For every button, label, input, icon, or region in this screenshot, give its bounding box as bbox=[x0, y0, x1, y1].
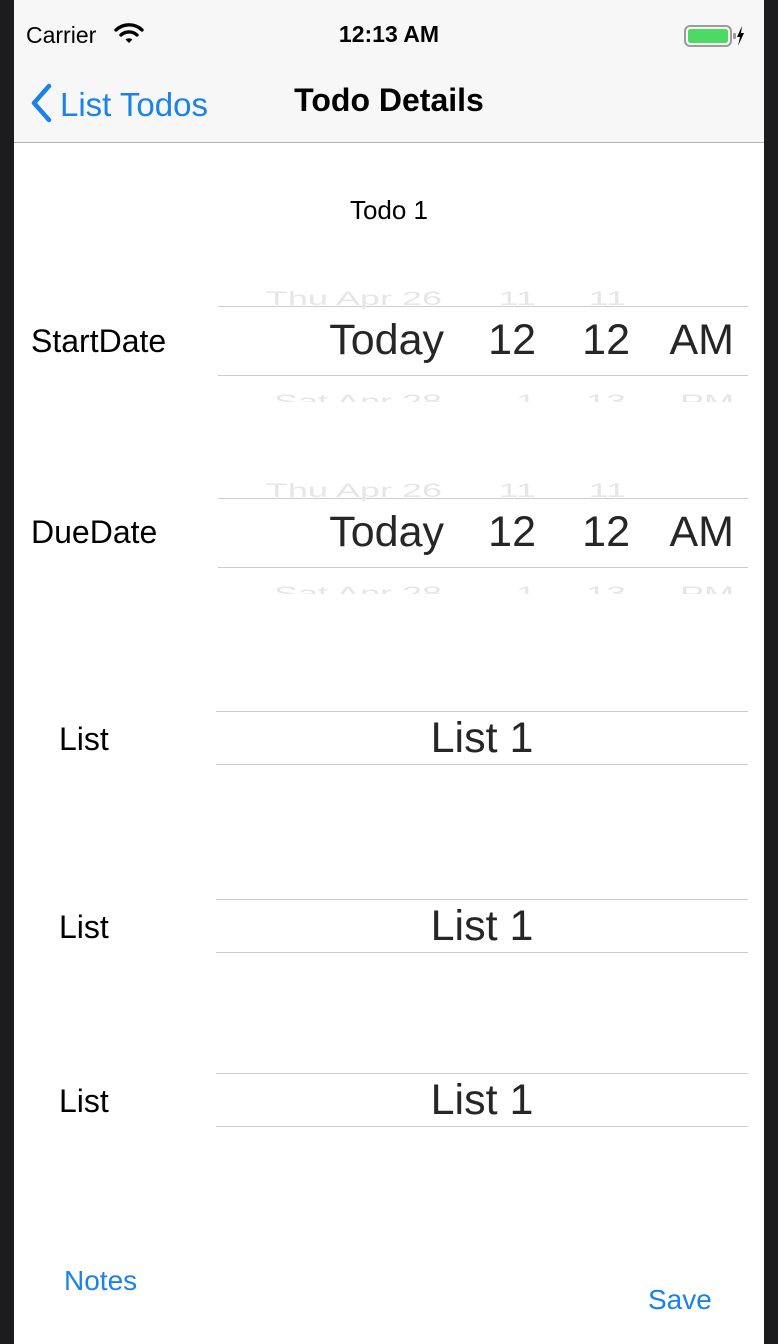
picker-day-above: Thu Apr 26 bbox=[265, 478, 442, 502]
navigation-bar: List Todos Todo Details bbox=[14, 70, 764, 143]
start-date-picker[interactable]: Thu Apr 26 11 11 Today 12 12 AM Sat Apr … bbox=[218, 282, 748, 402]
picker-hour-below: 1 bbox=[515, 582, 536, 594]
list-picker[interactable]: List 1 bbox=[216, 899, 748, 953]
list-picker-value: List 1 bbox=[430, 1076, 534, 1124]
picker-day-above: Thu Apr 26 bbox=[265, 286, 442, 310]
status-time: 12:13 AM bbox=[338, 21, 440, 47]
status-bar: Carrier 12:13 AM bbox=[14, 0, 764, 70]
start-date-label: StartDate bbox=[31, 323, 167, 359]
list-picker[interactable]: List 1 bbox=[216, 1073, 748, 1127]
picker-minute-below: 13 bbox=[585, 390, 626, 402]
picker-day[interactable]: Today bbox=[329, 508, 444, 557]
list-picker-value: List 1 bbox=[430, 902, 534, 950]
picker-minute[interactable]: 12 bbox=[582, 316, 630, 365]
due-date-picker[interactable]: Thu Apr 26 11 11 Today 12 12 AM Sat Apr … bbox=[218, 474, 748, 594]
picker-period[interactable]: AM bbox=[670, 508, 735, 557]
picker-selection-band bbox=[218, 498, 748, 568]
picker-hour-below: 1 bbox=[515, 390, 536, 402]
due-date-label: DueDate bbox=[31, 514, 158, 550]
picker-hour[interactable]: 12 bbox=[488, 508, 536, 557]
list-label: List bbox=[59, 1083, 109, 1119]
picker-period[interactable]: AM bbox=[670, 316, 735, 365]
notes-button[interactable]: Notes bbox=[64, 1265, 137, 1297]
picker-period-below: PM bbox=[680, 582, 734, 594]
picker-hour[interactable]: 12 bbox=[488, 316, 536, 365]
list-picker[interactable]: List 1 bbox=[216, 711, 748, 765]
picker-period-below: PM bbox=[680, 390, 734, 402]
picker-day-below: Sat Apr 28 bbox=[273, 582, 442, 594]
picker-minute-above: 11 bbox=[588, 286, 626, 310]
picker-hour-above: 11 bbox=[498, 286, 536, 310]
list-label: List bbox=[59, 721, 109, 757]
todo-name: Todo 1 bbox=[349, 195, 429, 225]
picker-day[interactable]: Today bbox=[329, 316, 444, 365]
battery-icon bbox=[684, 24, 744, 53]
page-title: Todo Details bbox=[294, 82, 484, 118]
picker-hour-above: 11 bbox=[498, 478, 536, 502]
picker-minute-above: 11 bbox=[588, 478, 626, 502]
todo-details-screen: Carrier 12:13 AM List Todos Todo Details… bbox=[14, 0, 764, 1344]
list-picker-value: List 1 bbox=[430, 714, 534, 762]
picker-minute-below: 13 bbox=[585, 582, 626, 594]
picker-selection-band bbox=[218, 306, 748, 376]
list-label: List bbox=[59, 909, 109, 945]
picker-minute[interactable]: 12 bbox=[582, 508, 630, 557]
picker-day-below: Sat Apr 28 bbox=[273, 390, 442, 402]
save-button[interactable]: Save bbox=[648, 1284, 712, 1316]
